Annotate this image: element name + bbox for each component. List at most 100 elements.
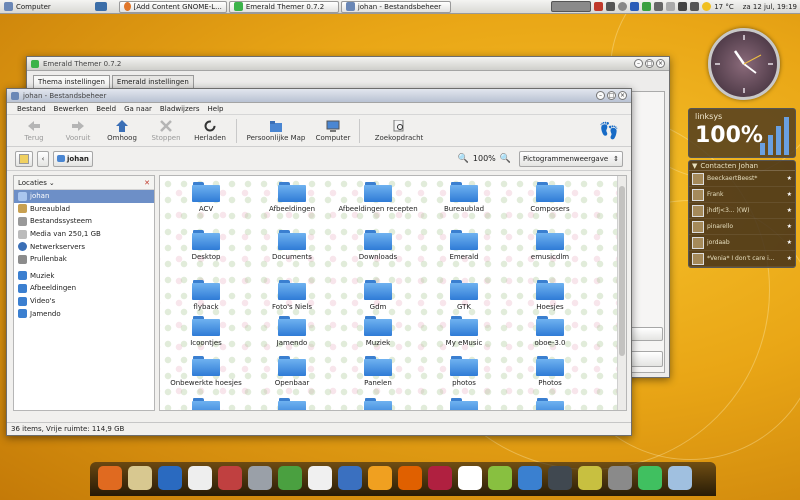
- vertical-scrollbar[interactable]: [617, 176, 626, 410]
- disk-icon[interactable]: [248, 466, 272, 490]
- vlc-icon[interactable]: [398, 466, 422, 490]
- menu-bewerken[interactable]: Bewerken: [54, 105, 89, 113]
- sidebar-item-afbeeldingen[interactable]: Afbeeldingen: [14, 282, 154, 295]
- folder-item[interactable]: flyback: [166, 280, 246, 311]
- folder-item[interactable]: oboe-3.0: [510, 316, 590, 347]
- sidebar-item-netwerkservers[interactable]: Netwerkservers: [14, 240, 154, 253]
- zoom-out-icon[interactable]: 🔍: [458, 154, 469, 164]
- sidebar-item-bestandssysteem[interactable]: Bestandssysteem: [14, 215, 154, 228]
- folder-item[interactable]: emusicdlm: [510, 230, 590, 261]
- palette-icon[interactable]: [488, 466, 512, 490]
- messenger-icon[interactable]: [642, 2, 652, 11]
- icon-view[interactable]: ACV Afbeeldingen Afbeeldingen recepten Bure…: [159, 175, 627, 411]
- folder-item[interactable]: photos: [424, 356, 504, 387]
- forward-button[interactable]: Vooruit: [57, 116, 99, 146]
- folder-item[interactable]: [510, 398, 590, 410]
- show-desktop-button[interactable]: [91, 0, 111, 14]
- workspace-switcher-icon[interactable]: [551, 1, 592, 12]
- sidebar-item-videos[interactable]: Video's: [14, 295, 154, 308]
- close-button[interactable]: ×: [656, 59, 665, 68]
- lastfm-icon[interactable]: [338, 466, 362, 490]
- display-icon[interactable]: [608, 466, 632, 490]
- contact-item[interactable]: jordaab ★: [689, 235, 795, 251]
- folder-item[interactable]: [338, 398, 418, 410]
- path-button-johan[interactable]: johan: [53, 150, 93, 167]
- path-back-arrow[interactable]: ‹: [37, 150, 49, 167]
- folder-item[interactable]: ACV: [166, 182, 246, 213]
- folder-item[interactable]: Gdm: [338, 280, 418, 311]
- folder-item[interactable]: Panelen: [338, 356, 418, 387]
- thunderbird-icon[interactable]: [158, 466, 182, 490]
- miro-icon[interactable]: [428, 466, 452, 490]
- maximize-button[interactable]: □: [607, 91, 616, 100]
- folder-item[interactable]: Desktop: [166, 230, 246, 261]
- monitor-icon[interactable]: [518, 466, 542, 490]
- files-icon[interactable]: [668, 466, 692, 490]
- folder-item[interactable]: Hoesjes: [510, 280, 590, 311]
- close-button[interactable]: ×: [618, 91, 627, 100]
- eye-icon[interactable]: [578, 466, 602, 490]
- contact-item[interactable]: BeeckaertBeest* ★: [689, 171, 795, 187]
- tab-thema-instellingen[interactable]: Thema instellingen: [33, 75, 110, 88]
- menu-ga-naar[interactable]: Ga naar: [124, 105, 152, 113]
- sidebar-item-muziek[interactable]: Muziek: [14, 270, 154, 283]
- menu-beeld[interactable]: Beeld: [96, 105, 116, 113]
- task-file-manager[interactable]: johan - Bestandsbeheer: [340, 0, 451, 13]
- more-button[interactable]: [629, 327, 663, 341]
- folder-item[interactable]: Afbeeldingen recepten: [338, 182, 418, 213]
- clock-text[interactable]: za 12 jul, 19:19: [743, 3, 797, 11]
- sidebar-item-johan[interactable]: johan: [14, 190, 154, 203]
- menu-bladwijzers[interactable]: Bladwijzers: [160, 105, 200, 113]
- contact-item[interactable]: Frank ★: [689, 187, 795, 203]
- folder-item[interactable]: [424, 398, 504, 410]
- folder-item[interactable]: Muziek: [338, 316, 418, 347]
- folder-item[interactable]: Icoontjes: [166, 316, 246, 347]
- folder-item[interactable]: GTK: [424, 280, 504, 311]
- tab-emerald-instellingen[interactable]: Emerald instellingen: [111, 75, 194, 88]
- scrollbar-thumb[interactable]: [619, 186, 625, 356]
- up-button[interactable]: Omhoog: [101, 116, 143, 146]
- folder-item[interactable]: Foto's Niels: [252, 280, 332, 311]
- media-icon[interactable]: [308, 466, 332, 490]
- computer-menu[interactable]: Computer: [0, 0, 55, 14]
- sidebar-title-select[interactable]: Locaties ⌄: [18, 179, 55, 187]
- close-dialog-button[interactable]: [629, 351, 663, 367]
- emerald-icon[interactable]: [638, 466, 662, 490]
- easytag-icon[interactable]: [278, 466, 302, 490]
- menu-bestand[interactable]: Bestand: [17, 105, 46, 113]
- folder-item[interactable]: Jamendo: [252, 316, 332, 347]
- folder-item[interactable]: Composers: [510, 182, 590, 213]
- contact-item[interactable]: *Venia* I don't care i... ★: [689, 251, 795, 267]
- firefox-icon[interactable]: [98, 466, 122, 490]
- battery-icon[interactable]: [654, 2, 664, 11]
- window-titlebar[interactable]: johan - Bestandsbeheer – □ ×: [7, 89, 631, 103]
- contact-item[interactable]: pinarello ★: [689, 219, 795, 235]
- mail-icon[interactable]: [666, 2, 676, 11]
- contacts-header[interactable]: ▼ Contacten Johan: [689, 161, 795, 171]
- volume-icon[interactable]: [690, 2, 700, 11]
- view-mode-select[interactable]: Pictogrammenweergave ⇕: [519, 150, 623, 167]
- contact-item[interactable]: jhdfj<3... )(W) ★: [689, 203, 795, 219]
- folder-item[interactable]: Photos: [510, 356, 590, 387]
- folder-item[interactable]: My eMusic: [424, 316, 504, 347]
- maximize-button[interactable]: □: [645, 59, 654, 68]
- search-icon[interactable]: [618, 2, 628, 11]
- chat-icon[interactable]: [188, 466, 212, 490]
- bluetooth-icon[interactable]: [630, 2, 640, 11]
- folder-item[interactable]: Emerald: [424, 230, 504, 261]
- stop-button[interactable]: Stoppen: [145, 116, 187, 146]
- weather-text[interactable]: 17 °C: [714, 3, 734, 11]
- network-icon[interactable]: [606, 2, 616, 11]
- window-titlebar[interactable]: Emerald Themer 0.7.2 – □ ×: [27, 57, 669, 71]
- books-icon[interactable]: [218, 466, 242, 490]
- reload-button[interactable]: Herladen: [189, 116, 231, 146]
- menu-help[interactable]: Help: [208, 105, 224, 113]
- update-icon[interactable]: [594, 2, 604, 11]
- folder-item[interactable]: Openbaar: [252, 356, 332, 387]
- sidebar-item-jamendo[interactable]: Jamendo: [14, 307, 154, 320]
- toggle-location-entry-button[interactable]: [15, 150, 33, 167]
- signal-icon[interactable]: [678, 2, 688, 11]
- task-add-content[interactable]: [Add Content GNOME-L...: [118, 0, 227, 13]
- folder-item[interactable]: Documents: [252, 230, 332, 261]
- computer-button[interactable]: Computer: [312, 116, 354, 146]
